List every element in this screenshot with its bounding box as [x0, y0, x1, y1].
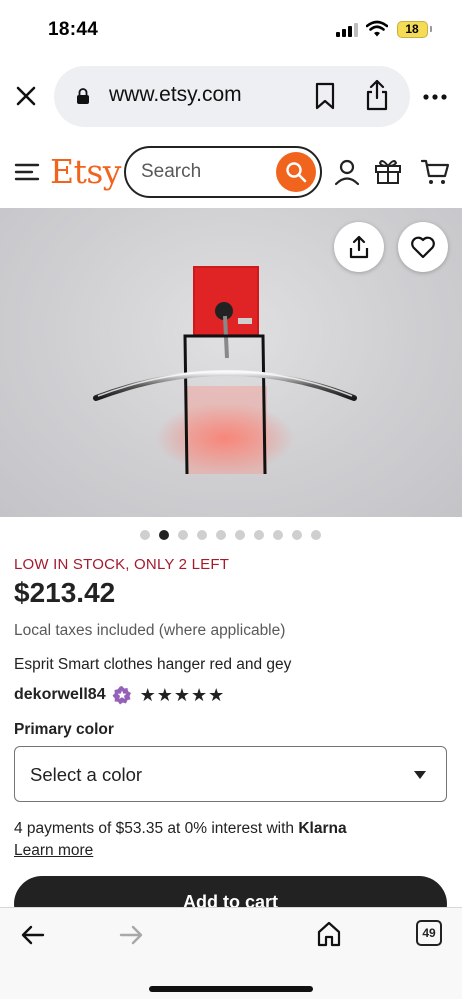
- signal-icon: [336, 23, 358, 37]
- carousel-dot[interactable]: [273, 530, 283, 540]
- tab-count: 49: [422, 926, 436, 940]
- search-placeholder: Search: [141, 161, 202, 182]
- carousel-dots: [140, 530, 321, 540]
- stock-notice: LOW IN STOCK, ONLY 2 LEFT: [14, 556, 230, 573]
- carousel-dot[interactable]: [197, 530, 207, 540]
- etsy-logo[interactable]: Etsy: [50, 152, 121, 191]
- carousel-dot[interactable]: [159, 530, 169, 540]
- color-select[interactable]: Select a color: [14, 746, 447, 802]
- klarna-logo: Klarna: [298, 820, 347, 837]
- address-bar[interactable]: www.etsy.com: [54, 66, 410, 127]
- shop-name-link[interactable]: dekorwell84: [14, 686, 106, 704]
- carousel-dot[interactable]: [311, 530, 321, 540]
- chevron-down-icon: [414, 771, 426, 779]
- search-button[interactable]: [276, 152, 316, 192]
- lock-icon: [77, 88, 89, 104]
- star-seller-badge-icon: [112, 686, 131, 705]
- browser-toolbar: 49: [0, 907, 462, 999]
- color-label: Primary color: [14, 721, 114, 738]
- forward-icon[interactable]: [118, 923, 144, 947]
- klarna-installments: 4 payments of $53.35 at 0% interest with…: [14, 820, 347, 838]
- product-title: Esprit Smart clothes hanger red and gey: [14, 656, 292, 673]
- status-time: 18:44: [48, 19, 99, 40]
- product-image[interactable]: [0, 208, 462, 517]
- carousel-dot[interactable]: [140, 530, 150, 540]
- battery-level: 18: [405, 22, 419, 36]
- share-icon[interactable]: [364, 79, 390, 111]
- search-input[interactable]: Search: [124, 146, 322, 198]
- url-text: www.etsy.com: [109, 83, 242, 106]
- taxes-note: Local taxes included (where applicable): [14, 622, 286, 639]
- status-bar: 18:44 18: [0, 0, 462, 58]
- carousel-dot[interactable]: [178, 530, 188, 540]
- user-icon[interactable]: [334, 158, 360, 186]
- color-select-value: Select a color: [30, 764, 143, 785]
- bookmark-icon[interactable]: [312, 82, 338, 110]
- share-image-button[interactable]: [334, 222, 384, 272]
- search-icon: [286, 162, 307, 183]
- menu-icon[interactable]: [14, 160, 40, 184]
- tabs-button[interactable]: 49: [416, 920, 442, 946]
- share-icon: [349, 235, 369, 259]
- price: $213.42: [14, 577, 116, 608]
- back-icon[interactable]: [20, 923, 46, 947]
- rating-stars[interactable]: ★★★★★: [140, 685, 226, 706]
- home-indicator: [149, 986, 313, 992]
- cart-icon[interactable]: [420, 157, 450, 187]
- heart-icon: [411, 236, 435, 259]
- carousel-dot[interactable]: [292, 530, 302, 540]
- more-icon[interactable]: [420, 85, 450, 109]
- close-button[interactable]: [12, 82, 40, 110]
- wifi-icon: [366, 20, 388, 37]
- carousel-dot[interactable]: [235, 530, 245, 540]
- favorite-button[interactable]: [398, 222, 448, 272]
- carousel-dot[interactable]: [254, 530, 264, 540]
- installments-text: 4 payments of $53.35 at 0% interest with: [14, 820, 299, 837]
- shop-row: dekorwell84 ★★★★★: [14, 684, 225, 706]
- learn-more-link[interactable]: Learn more: [14, 842, 93, 860]
- battery-icon: 18: [397, 21, 428, 38]
- gift-icon[interactable]: [374, 157, 402, 185]
- home-icon[interactable]: [316, 920, 342, 948]
- close-icon: [16, 86, 36, 106]
- carousel-dot[interactable]: [216, 530, 226, 540]
- battery-nub: [430, 26, 432, 32]
- product-photo: [93, 266, 357, 475]
